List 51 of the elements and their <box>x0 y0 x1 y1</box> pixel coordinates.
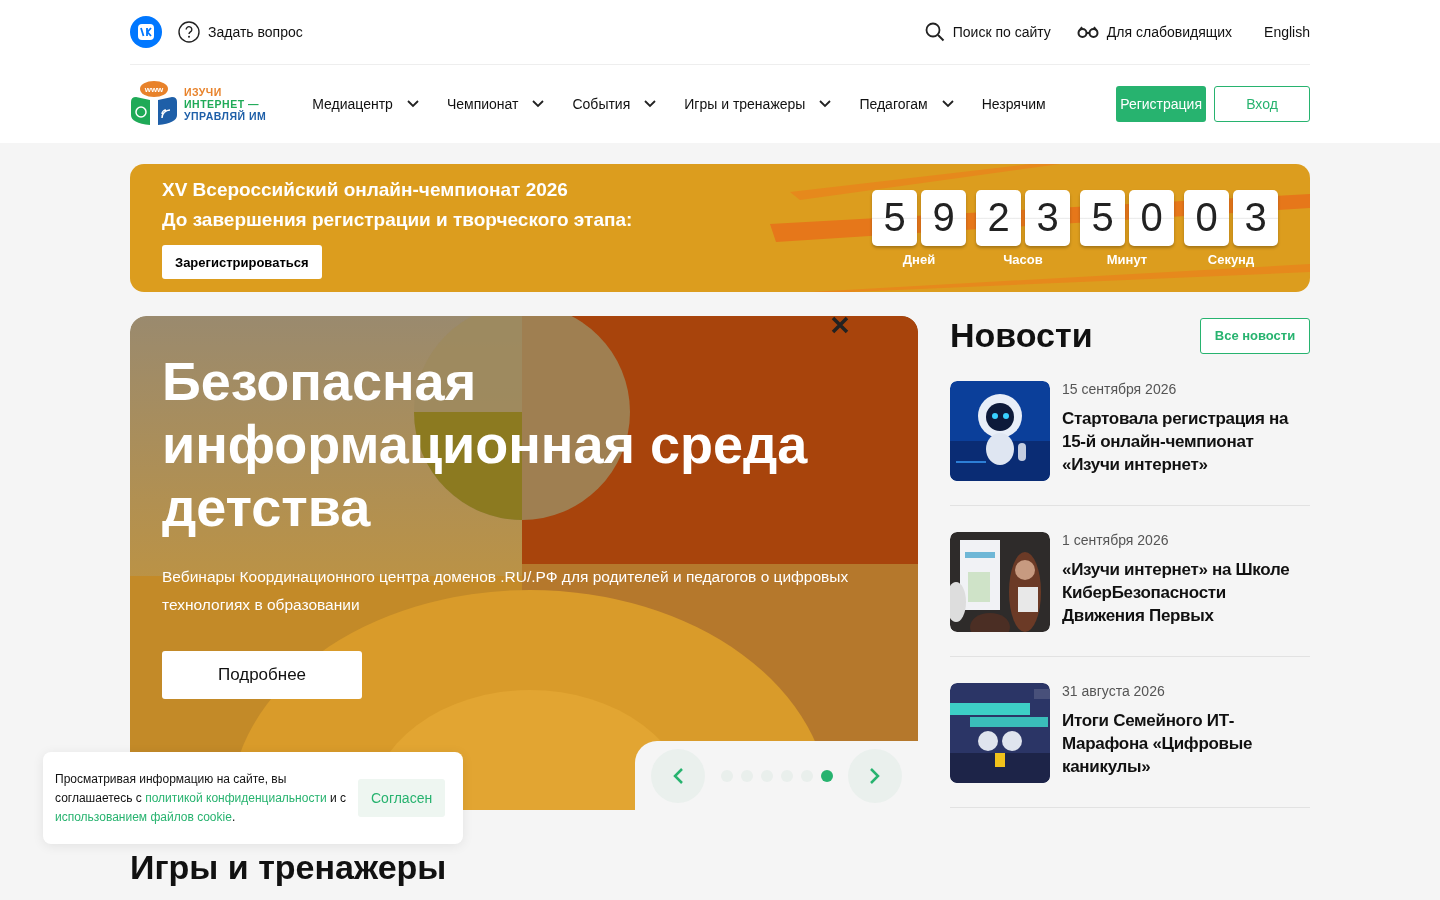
details-button[interactable]: Подробнее <box>162 651 362 699</box>
chevron-left-icon <box>672 766 684 785</box>
countdown-digit: 9 <box>921 189 966 246</box>
search-icon <box>924 22 945 42</box>
news-date: 1 сентября 2026 <box>1062 532 1170 548</box>
banner-subtitle: До завершения регистрации и творческого этапа: <box>162 208 634 232</box>
logo-text: ИЗУЧИ ИНТЕРНЕТ — УПРАВЛЯЙ ИМ <box>184 86 267 122</box>
chevron-down-icon <box>406 100 419 108</box>
news-date: 31 августа 2026 <box>1062 683 1166 699</box>
news-title[interactable]: Итоги Семейного ИТ-Марафона «Цифровые каникулы» <box>1062 709 1310 778</box>
countdown-digit: 3 <box>1233 189 1278 246</box>
countdown-digit: 0 <box>1129 189 1174 246</box>
question-icon <box>178 21 200 43</box>
chevron-down-icon <box>644 100 657 108</box>
nav-item[interactable]: Чемпионат <box>446 96 545 112</box>
chevron-down-icon <box>532 100 545 108</box>
register-button[interactable]: Зарегистрироваться <box>162 245 322 279</box>
news-title[interactable]: «Изучи интернет» на Школе КиберБезопасности Движения Первых <box>1062 558 1310 627</box>
site-search-link[interactable]: Поиск по сайту <box>924 22 1051 42</box>
language-link[interactable]: English <box>1264 24 1310 40</box>
nav-item[interactable]: Незрячим <box>981 96 1046 112</box>
nav-item[interactable]: Педагогам <box>859 96 954 112</box>
news-heading: Новости <box>950 316 1093 355</box>
accessibility-link[interactable]: Для слабовидящих <box>1076 24 1233 40</box>
countdown-digit: 0 <box>1184 189 1229 246</box>
news-date: 15 сентября 2026 <box>1062 381 1178 397</box>
countdown-label: Дней <box>902 251 936 267</box>
countdown-digit: 5 <box>1080 189 1125 246</box>
countdown-label: Часов <box>1003 251 1043 267</box>
slide-description: Вебинары Координационного центра доменов .RU/.РФ для родителей и педагогов о цифровых технологиях в образовании <box>162 567 850 615</box>
nav-item[interactable]: События <box>572 96 657 112</box>
cookie-text: Просматривая информацию на сайте, вы соглашаетесь с политикой конфиденциальности и с использованием файлов cookie. <box>55 770 347 826</box>
chevron-right-icon <box>869 766 881 785</box>
countdown-digit: 5 <box>872 189 917 246</box>
countdown-label: Секунд <box>1207 251 1255 267</box>
slide-title: Безопасная информационная среда детства <box>162 350 809 539</box>
nav-item[interactable]: Медиацентр <box>312 96 419 112</box>
news-title[interactable]: Стартовала регистрация на 15-й онлайн-чемпионат «Изучи интернет» <box>1062 407 1310 476</box>
ask-question-link[interactable]: Задать вопрос <box>178 21 303 43</box>
countdown-label: Минут <box>1106 251 1148 267</box>
nav-item[interactable]: Игры и тренажеры <box>684 96 832 112</box>
banner-title: XV Всероссийский онлайн-чемпионат 2026 <box>162 178 569 202</box>
slide-dot[interactable] <box>820 769 833 782</box>
vk-icon[interactable] <box>130 16 162 48</box>
countdown-digit: 3 <box>1025 189 1070 246</box>
glasses-icon <box>1076 26 1099 38</box>
close-icon[interactable] <box>830 316 850 334</box>
chevron-down-icon <box>819 100 832 108</box>
section-heading: Игры и тренажеры <box>130 848 448 886</box>
chevron-down-icon <box>941 100 954 108</box>
countdown-digit: 2 <box>976 189 1021 246</box>
